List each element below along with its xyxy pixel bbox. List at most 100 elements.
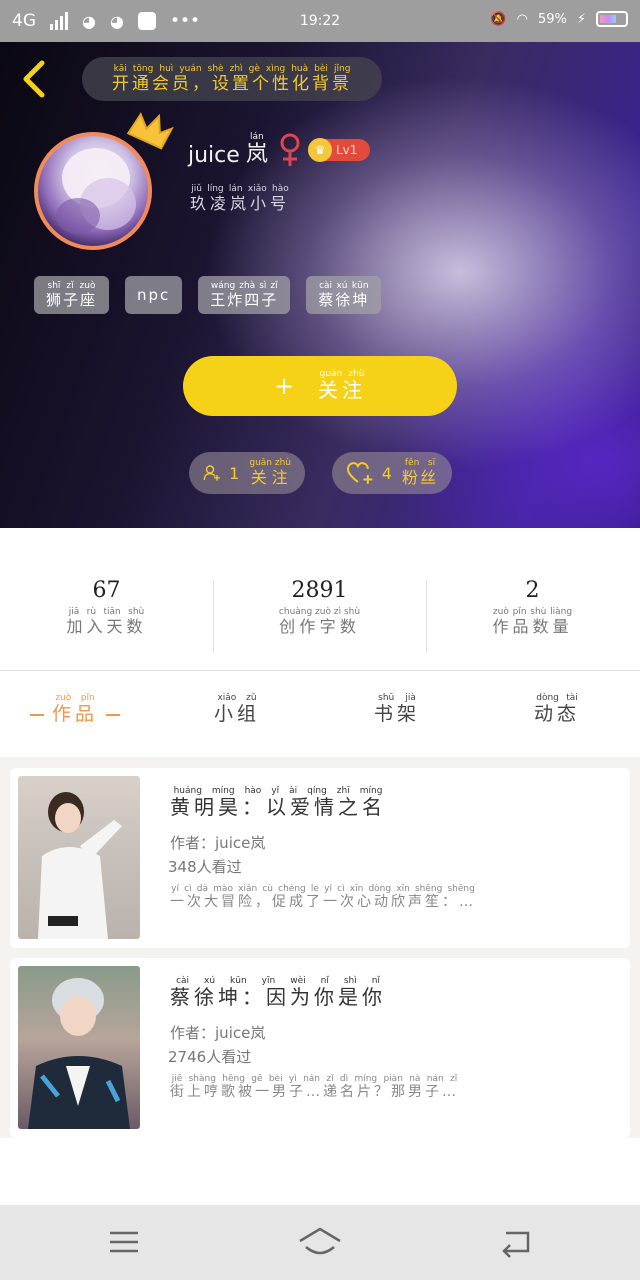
tag-pinyin: wáng zhà sì zǐ [210, 280, 279, 291]
view-count: 348 [168, 858, 197, 876]
follow-label: 关注 [318, 378, 367, 402]
tab-activity[interactable]: 动态dòng tài [534, 693, 580, 726]
tab-works[interactable]: 作品zuò pǐn [22, 693, 128, 726]
tag-list: 狮子座shī zǐ zuò npc 王炸四子wáng zhà sì zǐ 蔡徐坤… [34, 276, 382, 314]
stat-days: 67 加入天数jiā rù tiān shù [0, 578, 213, 637]
username: juice 岚lán [188, 132, 268, 168]
work-desc: 街上哼歌被一男子…递名片？那男子… [170, 1084, 459, 1100]
stats-panel: 67 加入天数jiā rù tiān shù 2891 创作字数chuàng z… [0, 528, 640, 670]
tab-label: 动态 [534, 703, 581, 725]
female-gender-icon [280, 133, 300, 166]
stat-words: 2891 创作字数chuàng zuò zì shù [213, 578, 426, 637]
tab-indicator [106, 713, 121, 716]
system-nav-bar [0, 1205, 640, 1280]
stat-label: 加入天数 [66, 617, 147, 636]
tag-label: 蔡徐坤 [318, 290, 370, 309]
stat-value: 2 [525, 578, 540, 603]
avatar-image [56, 148, 136, 234]
fans-button[interactable]: 4 粉丝fěn sī [332, 452, 452, 494]
vip-pinyin: kāi tōng huì yuán shè zhì gè xìng huà bè… [112, 64, 352, 74]
following-count: 1 [229, 463, 242, 483]
profile-header: 开通会员，设置个性化背景kāi tōng huì yuán shè zhì gè… [0, 42, 640, 528]
tab-label: 作品 [52, 703, 99, 725]
tab-pinyin: zuò pǐn [52, 693, 98, 703]
subname-pinyin: jiǔ líng lán xiǎo hào [190, 184, 290, 194]
heart-add-icon [346, 462, 373, 484]
wifi-icon: ◠ [516, 11, 528, 27]
user-add-icon [203, 465, 220, 481]
tag-pinyin: cài xú kūn [318, 280, 370, 291]
stat-pinyin: chuàng zuò zì shù [278, 607, 361, 617]
menu-icon[interactable] [104, 1225, 144, 1259]
view-label: 人看过 [206, 1048, 252, 1066]
level-text: Lv1 [336, 143, 358, 157]
tab-indicator [30, 713, 44, 716]
work-desc-pinyin: jiē shàng hēng gē bèi yì nán zǐ dì míng … [170, 1074, 459, 1084]
tab-pinyin: shū jià [374, 693, 420, 703]
tag-item[interactable]: 王炸四子wáng zhà sì zǐ [198, 276, 291, 314]
work-desc: 一次大冒险，促成了一次心动欣声笙：… [170, 894, 476, 910]
mute-icon: 🔕 [490, 11, 507, 27]
cover-figure [38, 792, 122, 939]
work-card[interactable]: 黄明昊：以爱情之名huáng míng hào yǐ ài qíng zhī m… [10, 768, 630, 948]
work-desc-pinyin: yí cì dà mào xiǎn cù chéng le yí cì xīn … [170, 884, 476, 894]
back-icon[interactable] [496, 1225, 536, 1259]
stat-value: 2891 [291, 578, 348, 603]
status-bar: 4G ◕ ◕ ••• 19:22 🔕 ◠ 59% ⚡ [0, 0, 640, 42]
tab-label: 书架 [374, 703, 421, 725]
following-button[interactable]: 1 关注guān zhù [189, 452, 305, 494]
username-suffix: 岚 [245, 142, 268, 167]
tag-label: 狮子座 [46, 290, 98, 309]
tab-bookshelf[interactable]: 书架shū jià [374, 693, 420, 726]
tab-bar: 作品zuò pǐn 小组xiǎo zǔ 书架shū jià 动态dòng tài [0, 671, 640, 757]
work-card[interactable]: 蔡徐坤：因为你是你cài xú kūn yīn wèi nǐ shì nǐ 作者… [10, 958, 630, 1138]
stat-pinyin: zuò pǐn shù liàng [492, 607, 573, 617]
battery-icon [596, 11, 628, 27]
work-title-pinyin: cài xú kūn yīn wèi nǐ shì nǐ [170, 976, 386, 986]
tab-label: 小组 [214, 703, 261, 725]
view-label: 人看过 [196, 858, 242, 876]
home-icon[interactable] [298, 1225, 342, 1259]
subname-text: 玖凌岚小号 [190, 194, 291, 213]
vip-banner-button[interactable]: 开通会员，设置个性化背景kāi tōng huì yuán shè zhì gè… [82, 57, 382, 101]
tab-groups[interactable]: 小组xiǎo zǔ [214, 693, 260, 726]
author-label: 作者： [170, 834, 216, 852]
username-text: juice [188, 143, 240, 168]
cover-figure [28, 978, 130, 1129]
author-label: 作者： [170, 1024, 216, 1042]
author-name: juice岚 [215, 834, 266, 852]
username-suffix-pinyin: lán [245, 132, 268, 142]
tag-item[interactable]: npc [125, 276, 183, 314]
fans-label: 粉丝 [401, 468, 438, 487]
stat-pinyin: jiā rù tiān shù [66, 607, 147, 617]
tag-item[interactable]: 蔡徐坤cài xú kūn [306, 276, 382, 314]
crown-small-icon: ♛ [308, 138, 332, 162]
charging-icon: ⚡ [576, 11, 586, 27]
work-title: 黄明昊：以爱情之名 [170, 795, 386, 819]
view-count: 2746 [168, 1048, 207, 1066]
following-pinyin: guān zhù [249, 458, 291, 468]
stat-label: 作品数量 [492, 617, 573, 636]
tag-item[interactable]: 狮子座shī zǐ zuò [34, 276, 110, 314]
fans-count: 4 [381, 463, 394, 483]
follow-pinyin: guān zhù [318, 369, 367, 379]
level-badge: ♛ Lv1 [308, 138, 370, 162]
battery-percent: 59% [537, 11, 567, 27]
fans-pinyin: fěn sī [401, 458, 438, 468]
work-cover-image [18, 776, 140, 939]
tag-label: 王炸四子 [210, 290, 279, 309]
tag-pinyin: shī zǐ zuò [46, 280, 97, 291]
follow-button[interactable]: + 关注guān zhù [183, 356, 457, 416]
subname: 玖凌岚小号jiǔ líng lán xiǎo hào [190, 184, 290, 214]
work-title-pinyin: huáng míng hào yǐ ài qíng zhī míng [170, 786, 386, 796]
crown-icon [126, 112, 174, 150]
stat-label: 创作字数 [278, 617, 361, 636]
stat-value: 67 [92, 578, 121, 603]
stat-works: 2 作品数量zuò pǐn shù liàng [426, 578, 639, 637]
vip-text: 开通会员，设置个性化背景 [112, 74, 352, 94]
tab-pinyin: xiǎo zǔ [214, 693, 261, 703]
work-cover-image [18, 966, 140, 1129]
author-name: juice岚 [215, 1024, 266, 1042]
tag-label: npc [137, 286, 171, 304]
back-arrow-icon[interactable] [18, 57, 52, 101]
